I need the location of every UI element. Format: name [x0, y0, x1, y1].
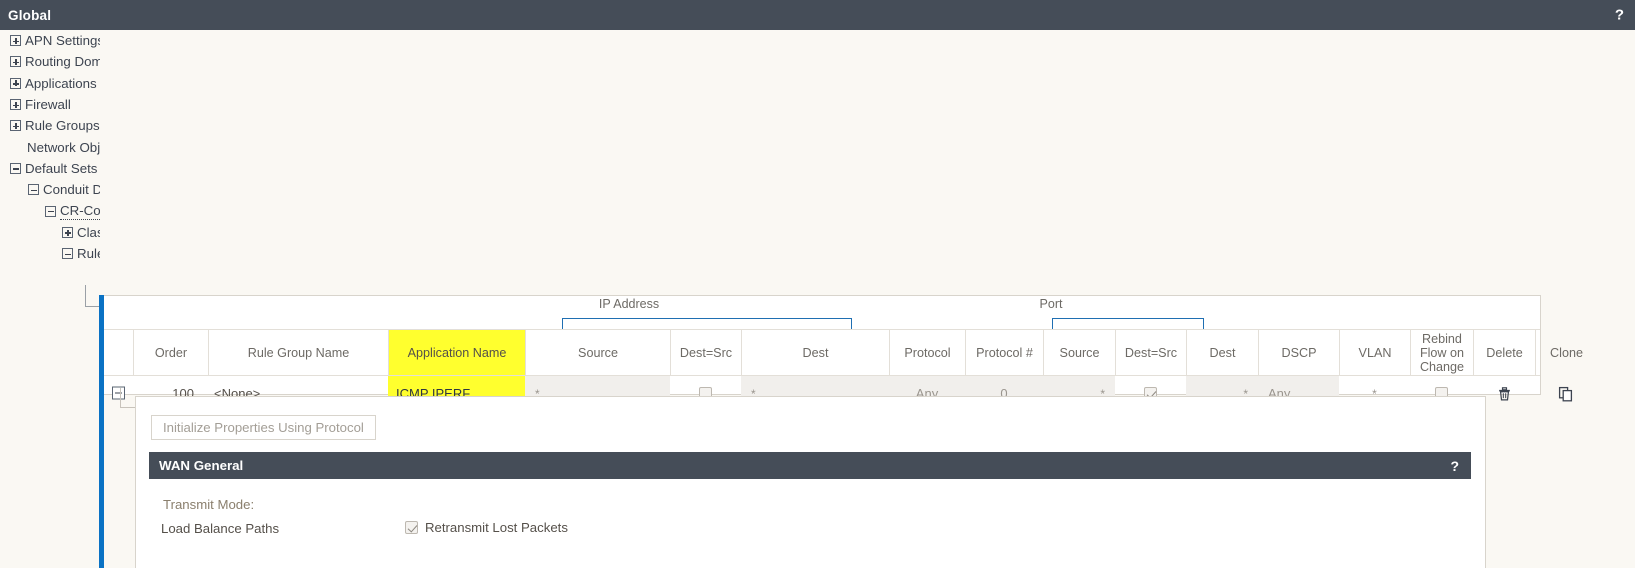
column-header-protocol[interactable]: Protocol — [889, 330, 965, 376]
tree-item-rule-groups[interactable]: Rule Groups — [0, 115, 100, 136]
column-header-ip-dest-eq-src[interactable]: Dest=Src — [670, 330, 741, 376]
expand-plus-icon[interactable] — [10, 99, 21, 111]
column-header-protocol-number[interactable]: Protocol # — [965, 330, 1043, 376]
group-bracket-port — [1052, 318, 1204, 329]
tree-connector — [85, 285, 100, 307]
tree-item-applications[interactable]: Applications — [0, 73, 100, 94]
column-header-spacer — [104, 330, 133, 376]
column-header-vlan[interactable]: VLAN — [1339, 330, 1410, 376]
tree-item-label[interactable]: Firewall — [25, 97, 71, 112]
cell-clone — [1535, 376, 1597, 411]
group-bracket-ip-address — [562, 318, 852, 329]
collapse-minus-icon[interactable] — [10, 162, 21, 174]
copy-icon[interactable] — [1558, 386, 1574, 402]
column-header-ip-source[interactable]: Source — [525, 330, 670, 376]
collapse-minus-icon[interactable] — [28, 184, 39, 196]
table-group-header-row: IP Address Port — [104, 296, 1540, 329]
expand-plus-icon[interactable] — [10, 77, 21, 89]
column-header-dscp[interactable]: DSCP — [1258, 330, 1339, 376]
section-title: WAN General — [159, 458, 244, 473]
tree-item-apn-settings[interactable]: APN Settings — [0, 30, 100, 51]
tree-item-firewall[interactable]: Firewall — [0, 94, 100, 115]
column-header-rebind-flow[interactable]: Rebind Flow on Change — [1410, 330, 1473, 376]
transmit-mode-label: Transmit Mode: — [163, 497, 255, 512]
column-header-port-source[interactable]: Source — [1043, 330, 1115, 376]
transmit-mode-value[interactable]: Load Balance Paths — [161, 521, 279, 536]
expand-plus-icon[interactable] — [10, 56, 21, 68]
retransmit-lost-packets-row: Retransmit Lost Packets — [405, 520, 568, 535]
collapse-minus-icon[interactable] — [45, 205, 56, 217]
help-icon[interactable]: ? — [1450, 459, 1459, 473]
tree-item-default-sets[interactable]: Default Sets ? — [0, 158, 100, 179]
tree-item-classes[interactable]: Classes — [0, 222, 100, 243]
column-header-rule-group-name[interactable]: Rule Group Name — [208, 330, 388, 376]
help-icon[interactable]: ? — [1615, 8, 1624, 23]
tree-item-label[interactable]: Conduit Default Sets — [43, 182, 100, 197]
expand-plus-icon[interactable] — [10, 120, 21, 132]
initialize-properties-button[interactable]: Initialize Properties Using Protocol — [151, 415, 376, 440]
expand-plus-icon[interactable] — [10, 35, 21, 47]
tree-item-label[interactable]: Rules — [77, 246, 100, 261]
page-title: Global — [8, 7, 52, 23]
column-header-delete[interactable]: Delete — [1473, 330, 1535, 376]
tree-item-label[interactable]: Default Sets — [25, 161, 97, 176]
tree-item-label[interactable]: Classes — [77, 225, 100, 240]
column-header-order[interactable]: Order — [133, 330, 208, 376]
global-header-bar: Global ? — [0, 0, 1635, 30]
retransmit-lost-packets-checkbox[interactable] — [405, 521, 418, 534]
tree-item-label[interactable]: APN Settings — [25, 33, 100, 48]
tree-item-network-objects[interactable]: Network Objects — [0, 136, 100, 157]
rule-detail-panel: Initialize Properties Using Protocol WAN… — [135, 396, 1486, 568]
tree-item-routing-domains[interactable]: Routing Domains — [0, 51, 100, 72]
group-label-ip-address: IP Address — [598, 297, 660, 311]
tree-item-label[interactable]: Routing Domains — [25, 54, 100, 69]
column-header-clone[interactable]: Clone — [1535, 330, 1597, 376]
tree-item-cr-conduits[interactable]: CR-Conduits — [0, 200, 100, 221]
tree-item-rules[interactable]: Rules + ? — [0, 243, 100, 264]
wan-general-section-header: WAN General ? — [149, 452, 1471, 479]
column-header-application-name[interactable]: Application Name — [388, 330, 525, 376]
tree-item-label[interactable]: Applications — [25, 76, 97, 91]
column-header-ip-dest[interactable]: Dest — [741, 330, 889, 376]
retransmit-lost-packets-label: Retransmit Lost Packets — [425, 520, 568, 535]
rules-table: IP Address Port Order Rule Group Name Ap… — [104, 295, 1583, 411]
group-label-port: Port — [1039, 297, 1063, 311]
detail-connector — [120, 388, 135, 408]
tree-item-conduit-default-sets[interactable]: Conduit Default Sets + ? — [0, 179, 100, 200]
trash-icon[interactable] — [1497, 386, 1512, 402]
column-header-port-dest[interactable]: Dest — [1186, 330, 1258, 376]
tree-item-label[interactable]: Network Objects — [27, 140, 100, 155]
table-header-row: Order Rule Group Name Application Name S… — [104, 329, 1583, 376]
expand-plus-icon[interactable] — [62, 226, 73, 238]
tree-item-label[interactable]: Rule Groups — [25, 118, 100, 133]
tree-item-label[interactable]: CR-Conduits — [60, 203, 100, 220]
column-header-port-dest-eq-src[interactable]: Dest=Src — [1115, 330, 1186, 376]
collapse-minus-icon[interactable] — [62, 248, 73, 260]
